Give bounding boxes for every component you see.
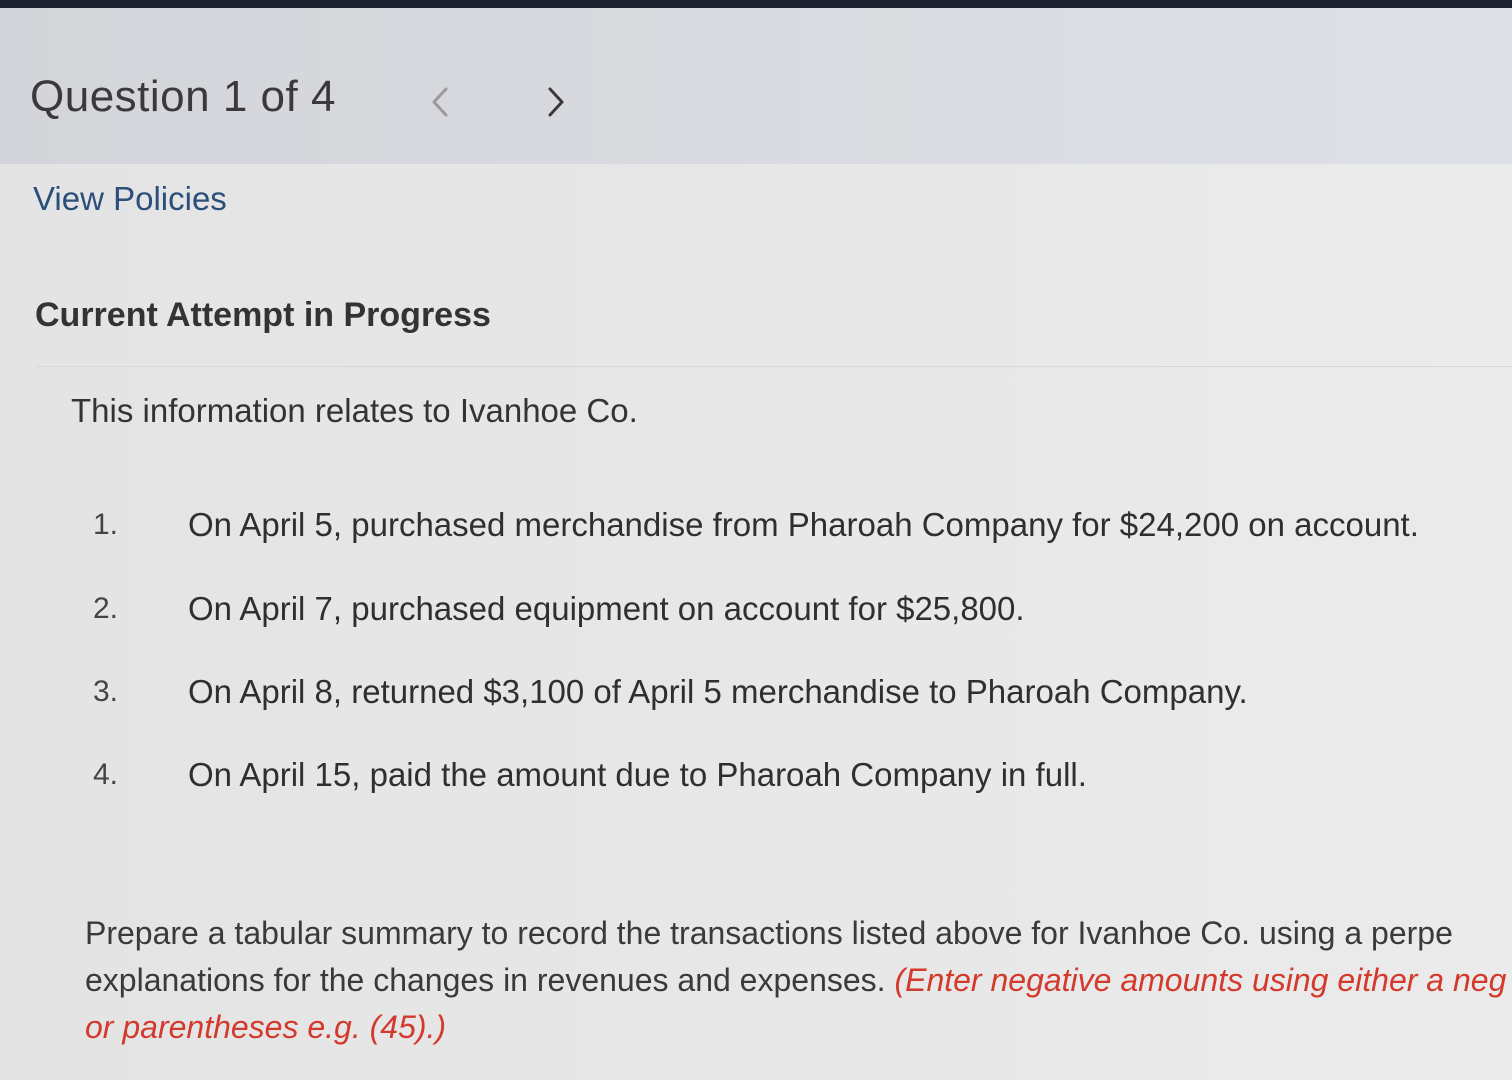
previous-question-button[interactable] xyxy=(420,78,460,126)
instructions-text: Prepare a tabular summary to record the … xyxy=(85,910,1512,1051)
negative-amount-note-continued: or parentheses e.g. (45).) xyxy=(85,1009,447,1045)
chevron-right-icon xyxy=(544,85,568,119)
chevron-left-icon xyxy=(428,85,452,119)
section-divider xyxy=(35,366,1512,367)
instructions-line: explanations for the changes in revenues… xyxy=(85,957,1512,1004)
list-item: 1. On April 5, purchased merchandise fro… xyxy=(0,506,1500,558)
instructions-line: Prepare a tabular summary to record the … xyxy=(85,915,1453,951)
list-item: 2. On April 7, purchased equipment on ac… xyxy=(0,590,1500,642)
top-bar xyxy=(0,0,1512,8)
list-item-text: On April 8, returned $3,100 of April 5 m… xyxy=(188,673,1248,710)
list-item-text: On April 7, purchased equipment on accou… xyxy=(188,590,1025,627)
list-item-number: 2. xyxy=(93,592,119,625)
view-policies-link[interactable]: View Policies xyxy=(33,180,227,218)
list-item-text: On April 5, purchased merchandise from P… xyxy=(188,506,1419,543)
list-item-text: On April 15, paid the amount due to Phar… xyxy=(188,756,1087,793)
instructions-plain: explanations for the changes in revenues… xyxy=(85,962,895,998)
next-question-button[interactable] xyxy=(536,78,576,126)
list-item: 4. On April 15, paid the amount due to P… xyxy=(0,756,1500,808)
question-header: Question 1 of 4 xyxy=(0,8,1512,164)
list-item: 3. On April 8, returned $3,100 of April … xyxy=(0,673,1500,725)
list-item-number: 4. xyxy=(93,758,119,791)
list-item-number: 1. xyxy=(93,508,119,541)
problem-intro: This information relates to Ivanhoe Co. xyxy=(71,392,638,429)
list-item-number: 3. xyxy=(93,675,119,708)
attempt-status-heading: Current Attempt in Progress xyxy=(35,296,491,334)
question-counter: Question 1 of 4 xyxy=(30,72,336,121)
negative-amount-note: (Enter negative amounts using either a n… xyxy=(894,962,1507,998)
